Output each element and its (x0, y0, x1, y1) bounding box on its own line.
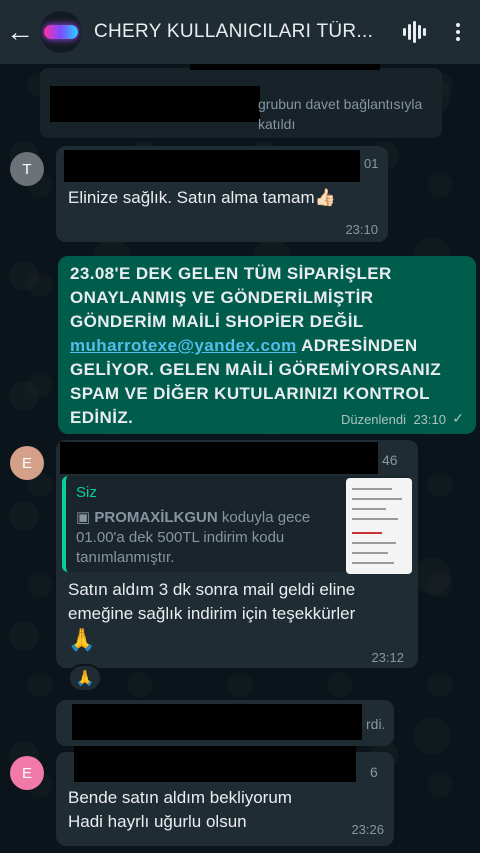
avatar-letter: T (22, 160, 32, 178)
chat-header: ← CHERY KULLANICILARI TÜR... (0, 0, 480, 64)
redacted-block (50, 86, 260, 122)
arrow-back-icon[interactable]: ← (0, 0, 40, 64)
message-time: 23:10 (345, 222, 378, 237)
avatar-letter: E (21, 454, 32, 472)
message-time: 23:26 (351, 822, 384, 837)
audio-wave-icon[interactable] (392, 0, 436, 64)
message-list: grubun davet bağlantısıyla katıldı T 01 … (0, 0, 480, 853)
redacted-block (74, 746, 356, 782)
message-bubble-outgoing[interactable]: 23.08'E DEK GELEN TÜM SİPARİŞLER ONAYLAN… (58, 256, 476, 434)
redacted-tail: 01 (364, 156, 379, 171)
avatar-letter: E (21, 764, 32, 782)
redacted-tail: 46 (382, 452, 398, 468)
message-bubble[interactable]: 46 Siz ▣ PROMAXİLKGUN koduyla gece 01.00… (56, 440, 418, 668)
group-avatar[interactable] (40, 11, 82, 53)
redacted-block (60, 442, 378, 474)
message-text-line: Bende satın aldım bekliyorum (68, 788, 292, 807)
avatar[interactable]: T (10, 152, 44, 186)
more-vert-icon[interactable] (436, 0, 480, 64)
image-icon: ▣ (76, 509, 91, 526)
message-text: Elinize sağlık. Satın alma tamam👍🏻 (68, 188, 336, 207)
message-text-line: Satın aldım 3 dk sonra mail geldi eline (68, 580, 356, 599)
chat-title[interactable]: CHERY KULLANICILARI TÜR... (94, 21, 392, 43)
message-text: 23.08'E DEK GELEN TÜM SİPARİŞLER ONAYLAN… (70, 264, 442, 427)
redacted-tail: rdi. (366, 716, 386, 732)
avatar[interactable]: E (10, 756, 44, 790)
redacted-block (72, 704, 362, 740)
message-bubble[interactable]: 01 Elinize sağlık. Satın alma tamam👍🏻 23… (56, 146, 388, 242)
message-bubble[interactable]: 6 Bende satın aldım bekliyorum Hadi hayr… (56, 746, 394, 846)
quote-thumbnail (346, 478, 412, 574)
pray-emoji: 🙏 (68, 627, 96, 652)
redacted-tail: 6 (370, 764, 378, 780)
message-time: 23:10 (413, 412, 446, 427)
quote-author: Siz (76, 484, 97, 501)
quote-text: ▣ PROMAXİLKGUN koduyla gece 01.00'a dek … (76, 509, 311, 566)
system-message: grubun davet bağlantısıyla katıldı (40, 40, 442, 138)
redacted-block (64, 150, 360, 182)
message-time: 23:12 (371, 650, 404, 665)
reaction-badge[interactable]: 🙏 (68, 664, 102, 692)
check-icon: ✓ (452, 410, 464, 426)
avatar[interactable]: E (10, 446, 44, 480)
edited-label: Düzenlendi (340, 412, 406, 427)
message-text-line: emeğine sağlık indirim için teşekkürler (68, 604, 356, 623)
message-text-line: Hadi hayrlı uğurlu olsun (68, 812, 247, 831)
email-link[interactable]: muharrotexe@yandex.com (70, 336, 297, 355)
message-bubble[interactable]: rdi. (56, 700, 394, 746)
system-message-text: grubun davet bağlantısıyla katıldı (258, 96, 423, 132)
